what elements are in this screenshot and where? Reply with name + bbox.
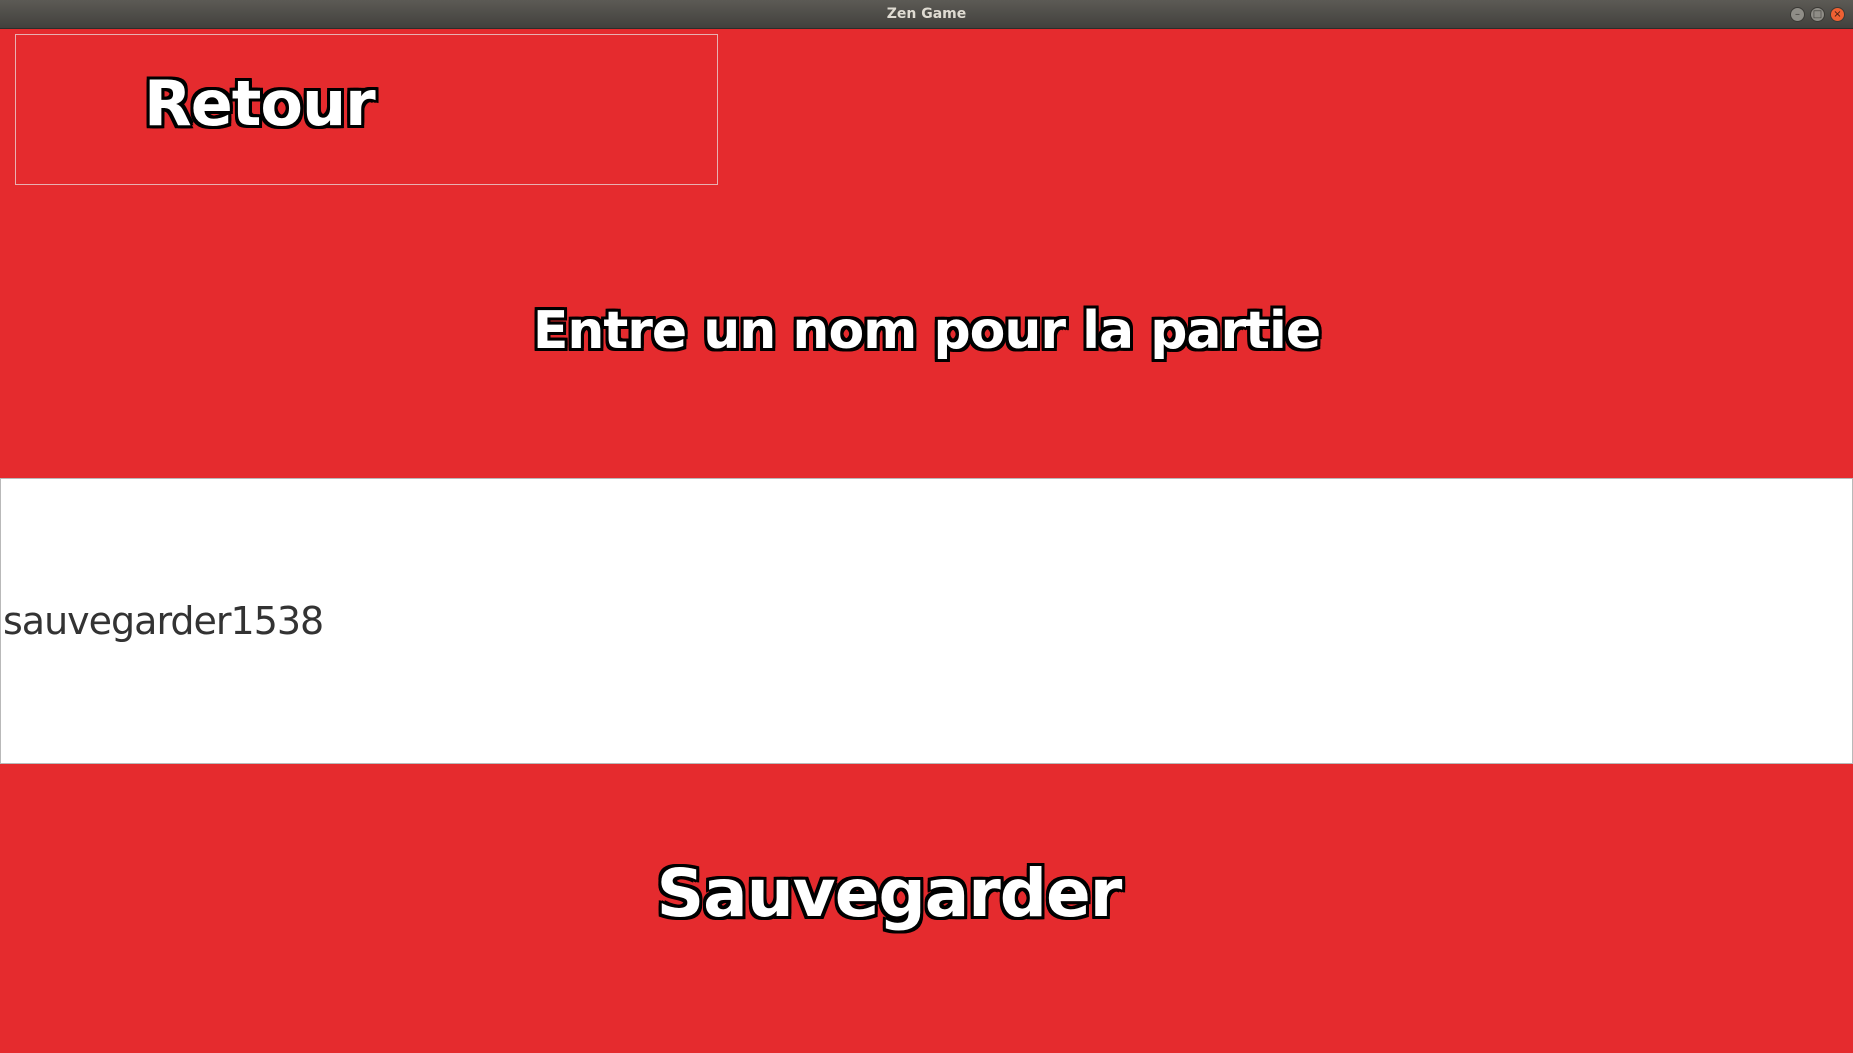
save-button-label: Sauvegarder <box>656 855 1123 932</box>
maximize-icon[interactable]: □ <box>1810 7 1825 22</box>
window-title: Zen Game <box>886 6 967 22</box>
back-button[interactable]: Retour <box>15 34 718 185</box>
save-game-screen: Retour Entre un nom pour la partie Sauve… <box>0 29 1853 1053</box>
close-icon[interactable]: × <box>1830 7 1845 22</box>
window-titlebar: Zen Game – □ × <box>0 0 1853 29</box>
save-name-prompt: Entre un nom pour la partie <box>532 301 1321 361</box>
minimize-icon[interactable]: – <box>1790 7 1805 22</box>
back-button-label: Retour <box>144 67 376 140</box>
save-name-input[interactable] <box>0 478 1853 764</box>
